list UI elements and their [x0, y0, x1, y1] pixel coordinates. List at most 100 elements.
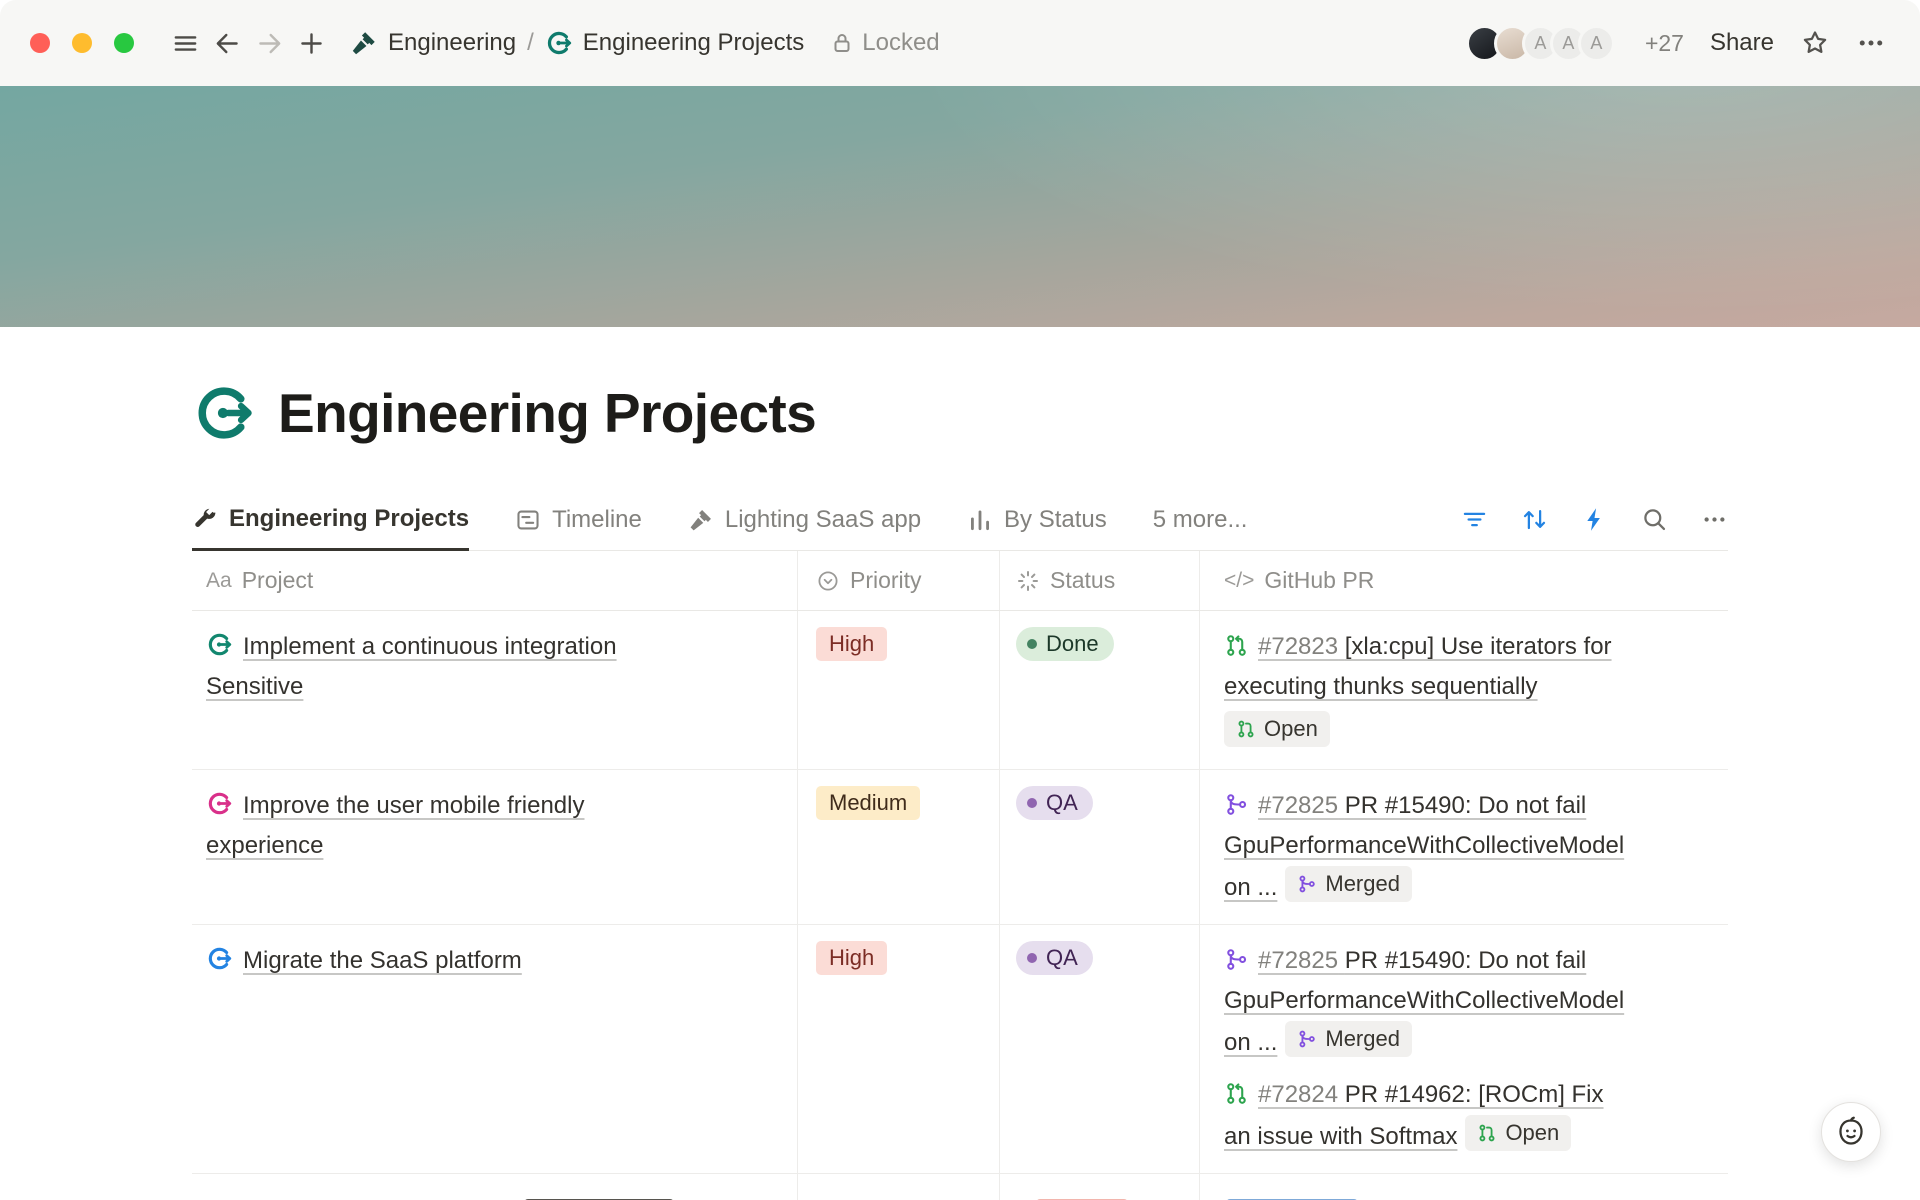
tab-timeline[interactable]: Timeline [515, 489, 642, 550]
locked-label: Locked [862, 29, 939, 57]
pr-state-label: Open [1505, 1118, 1559, 1148]
project-cell [192, 1174, 798, 1200]
pull-request-merged-icon [1297, 874, 1317, 894]
tab-engineering-projects[interactable]: Engineering Projects [192, 489, 469, 551]
notion-ai-button[interactable] [1821, 1102, 1881, 1162]
close-window-button[interactable] [30, 33, 50, 53]
notion-window: Engineering / Engineering Projects Locke… [0, 0, 1920, 1200]
priority-cell [798, 1174, 1000, 1200]
pull-request-merged-icon [1297, 1029, 1317, 1049]
project-cell[interactable]: Improve the user mobile friendly experie… [192, 770, 798, 924]
status-dot [1027, 798, 1037, 808]
locked-toggle[interactable]: Locked [830, 29, 939, 57]
sort-icon[interactable] [1521, 506, 1548, 533]
pr-number: #72824 [1258, 1081, 1338, 1108]
pr-number: #72825 [1258, 792, 1338, 819]
back-button[interactable] [206, 22, 248, 64]
pull-request-open-icon [1477, 1123, 1497, 1143]
pr-state-label: Merged [1325, 869, 1400, 899]
filter-icon[interactable] [1461, 506, 1488, 533]
minimize-window-button[interactable] [72, 33, 92, 53]
status-dot [1027, 953, 1037, 963]
new-tab-button[interactable] [290, 22, 332, 64]
automation-bolt-icon[interactable] [1581, 506, 1608, 533]
status-cell[interactable]: Done [1000, 611, 1200, 769]
breadcrumb-team-label: Engineering [388, 29, 516, 57]
traffic-lights [30, 33, 134, 53]
engineering-projects-logo-icon [545, 29, 573, 57]
tab-lighting-saas-app[interactable]: Lighting SaaS app [688, 489, 921, 550]
priority-badge[interactable]: High [816, 627, 887, 661]
status-badge[interactable]: QA [1016, 941, 1093, 975]
project-title-link[interactable]: Migrate the SaaS platform [243, 947, 522, 974]
column-header-status[interactable]: Status [1000, 551, 1200, 610]
column-header-priority[interactable]: Priority [798, 551, 1000, 610]
pr-link[interactable]: #72825 PR #15490: Do not fail GpuPerform… [1224, 947, 1624, 1056]
project-title-link[interactable]: Improve the user mobile friendly experie… [206, 792, 584, 859]
column-header-github-pr[interactable]: </> GitHub PR [1200, 551, 1728, 610]
pr-state-badge[interactable]: Open [1465, 1115, 1571, 1151]
table-row-clipped [192, 1174, 1728, 1200]
priority-cell[interactable]: High [798, 925, 1000, 1173]
pr-link[interactable]: #72823 [xla:cpu] Use iterators for execu… [1224, 633, 1612, 700]
page-cover-image[interactable] [0, 86, 1920, 327]
pr-state-badge[interactable]: Merged [1285, 1021, 1412, 1057]
pr-link[interactable]: #72825 PR #15490: Do not fail GpuPerform… [1224, 792, 1624, 901]
priority-cell[interactable]: High [798, 611, 1000, 769]
forward-button[interactable] [248, 22, 290, 64]
priority-badge[interactable]: Medium [816, 786, 920, 820]
status-label: Done [1046, 628, 1099, 660]
pr-number: #72825 [1258, 947, 1338, 974]
project-page-icon [206, 631, 233, 658]
view-toolbar [1461, 489, 1728, 550]
github-pr-mention: #72824 PR #14962: [ROCm] Fix an issue wi… [1224, 1075, 1629, 1157]
table-row: Improve the user mobile friendly experie… [192, 770, 1728, 925]
tab-by-status[interactable]: By Status [967, 489, 1107, 550]
priority-badge[interactable]: High [816, 941, 887, 975]
view-more-icon[interactable] [1701, 506, 1728, 533]
avatar[interactable]: A [1578, 25, 1615, 62]
pr-state-badge[interactable]: Merged [1285, 866, 1412, 902]
tab-more-views[interactable]: 5 more... [1153, 489, 1248, 550]
github-pr-cell[interactable]: #72825 PR #15490: Do not fail GpuPerform… [1200, 770, 1728, 924]
priority-cell[interactable]: Medium [798, 770, 1000, 924]
status-label: QA [1046, 942, 1078, 974]
project-title-link[interactable]: Implement a continuous integration Sensi… [206, 633, 617, 700]
status-badge[interactable]: QA [1016, 786, 1093, 820]
view-tabs-bar: Engineering Projects Timeline Lighting S… [192, 489, 1728, 551]
lock-icon [830, 31, 854, 55]
ai-face-icon [1835, 1116, 1867, 1148]
avatar-stack: A A A [1466, 25, 1615, 62]
breadcrumb-page[interactable]: Engineering Projects [545, 29, 804, 57]
pull-request-merged-icon [1224, 790, 1249, 815]
column-header-project[interactable]: Aa Project [192, 551, 798, 610]
table-row: Implement a continuous integration Sensi… [192, 611, 1728, 770]
status-badge[interactable]: Done [1016, 627, 1114, 661]
zoom-window-button[interactable] [114, 33, 134, 53]
avatar-overflow-count[interactable]: +27 [1645, 30, 1684, 57]
titlebar: Engineering / Engineering Projects Locke… [0, 0, 1920, 86]
tab-label: By Status [1004, 506, 1107, 534]
pull-request-open-icon [1224, 1079, 1249, 1104]
share-button[interactable]: Share [1710, 29, 1774, 57]
favorite-star-icon[interactable] [1800, 28, 1830, 58]
status-cell[interactable]: QA [1000, 770, 1200, 924]
search-icon[interactable] [1641, 506, 1668, 533]
project-cell[interactable]: Migrate the SaaS platform [192, 925, 798, 1173]
tab-label: Lighting SaaS app [725, 506, 921, 534]
pull-request-open-icon [1236, 719, 1256, 739]
status-cell [1000, 1174, 1200, 1200]
status-cell[interactable]: QA [1000, 925, 1200, 1173]
status-dot [1027, 639, 1037, 649]
page-icon[interactable] [192, 381, 256, 445]
sidebar-toggle-button[interactable] [164, 22, 206, 64]
github-pr-cell[interactable]: #72823 [xla:cpu] Use iterators for execu… [1200, 611, 1728, 769]
board-icon [967, 507, 993, 533]
arrow-right-icon [255, 29, 284, 58]
menu-icon [171, 29, 200, 58]
more-options-icon[interactable] [1856, 28, 1886, 58]
pr-state-badge[interactable]: Open [1224, 711, 1330, 747]
breadcrumb-team[interactable]: Engineering [350, 29, 516, 57]
github-pr-cell[interactable]: #72825 PR #15490: Do not fail GpuPerform… [1200, 925, 1728, 1173]
project-cell[interactable]: Implement a continuous integration Sensi… [192, 611, 798, 769]
